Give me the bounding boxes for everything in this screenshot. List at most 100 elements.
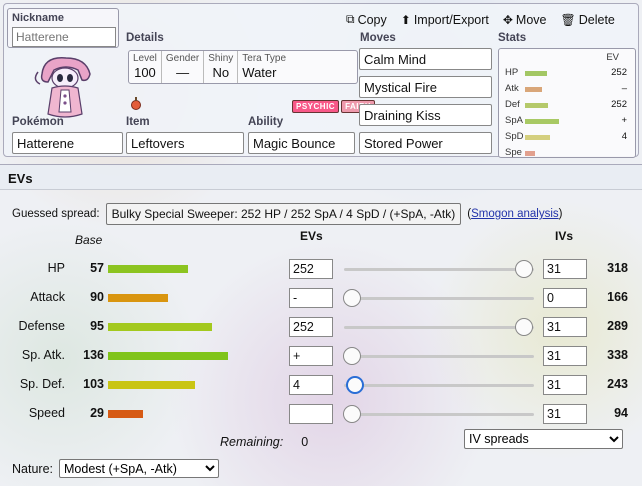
move-3-field[interactable]: Draining Kiss — [359, 104, 492, 126]
ev-row-hp: HP 57 318 — [0, 257, 642, 281]
iv-input[interactable] — [543, 346, 587, 366]
ev-input[interactable] — [289, 346, 333, 366]
nickname-box: Nickname — [7, 8, 119, 48]
iv-input[interactable] — [543, 317, 587, 337]
stats-ev-header: EV — [606, 52, 619, 63]
stat-summary-ev: + — [621, 115, 627, 126]
guessed-spread-label: Guessed spread: — [12, 208, 100, 220]
stats-summary[interactable]: EV HP 252 Atk – Def 252 SpA + SpD 4 Spe — [498, 48, 636, 158]
remaining-evs: Remaining: 0 — [220, 435, 308, 449]
set-toolbar: ⧉ Copy ⬆ Import/Export ✥ Move 🗑 Delete — [346, 12, 615, 27]
ev-slider-track[interactable] — [344, 297, 534, 300]
base-stat-value: 136 — [83, 348, 104, 362]
ev-input[interactable] — [289, 288, 333, 308]
stat-summary-row: Def 252 — [505, 99, 631, 113]
stat-total: 338 — [607, 348, 628, 362]
guessed-spread: Guessed spread: Bulky Special Sweeper: 2… — [12, 203, 562, 225]
base-stat-value: 57 — [90, 261, 104, 275]
shiny-value: No — [212, 65, 230, 80]
base-column-header: Base — [75, 233, 103, 247]
pokemon-label: Pokémon — [12, 116, 64, 128]
move-1-field[interactable]: Calm Mind — [359, 48, 492, 70]
base-stat-value: 90 — [90, 290, 104, 304]
ev-slider-track[interactable] — [344, 384, 534, 387]
ev-row-speed: Speed 29 94 — [0, 402, 642, 426]
ev-slider-handle[interactable] — [515, 260, 533, 278]
ev-slider-handle[interactable] — [515, 318, 533, 336]
iv-input[interactable] — [543, 259, 587, 279]
ev-input[interactable] — [289, 317, 333, 337]
move-4-field[interactable]: Stored Power — [359, 132, 492, 154]
remaining-value: 0 — [301, 435, 309, 449]
ev-slider-track[interactable] — [344, 355, 534, 358]
ev-input[interactable] — [289, 259, 333, 279]
ev-slider-track[interactable] — [344, 326, 534, 329]
copy-icon: ⧉ — [346, 12, 355, 26]
ability-field[interactable]: Magic Bounce — [248, 132, 355, 154]
iv-input[interactable] — [543, 375, 587, 395]
iv-input[interactable] — [543, 404, 587, 424]
ev-slider-handle[interactable] — [343, 289, 361, 307]
move-button[interactable]: ✥ Move — [503, 12, 547, 27]
stat-summary-row: SpD 4 — [505, 131, 631, 145]
copy-button[interactable]: ⧉ Copy — [346, 12, 387, 27]
ev-input[interactable] — [289, 375, 333, 395]
shiny-col: Shiny No — [204, 51, 239, 83]
item-label: Item — [126, 116, 150, 128]
smogon-analysis-link[interactable]: Smogon analysis — [471, 208, 559, 220]
ev-slider-handle[interactable] — [343, 347, 361, 365]
delete-button[interactable]: 🗑 Delete — [561, 12, 615, 27]
guessed-spread-button[interactable]: Bulky Special Sweeper: 252 HP / 252 SpA … — [105, 203, 462, 225]
stat-summary-label: SpD — [505, 131, 524, 142]
stat-summary-row: SpA + — [505, 115, 631, 129]
move-2-field[interactable]: Mystical Fire — [359, 76, 492, 98]
evs-section-header: EVs — [0, 164, 642, 190]
item-field[interactable]: Leftovers — [126, 132, 244, 154]
ev-row-attack: Attack 90 166 — [0, 286, 642, 310]
import-export-button[interactable]: ⬆ Import/Export — [401, 12, 489, 27]
ev-slider-track[interactable] — [344, 413, 534, 416]
stat-summary-ev: – — [621, 83, 627, 94]
pokemon-field[interactable]: Hatterene — [12, 132, 123, 154]
pokemon-sprite — [34, 57, 91, 118]
stat-summary-row: Atk – — [505, 83, 631, 97]
ivs-column-header: IVs — [555, 229, 574, 243]
stat-summary-label: HP — [505, 67, 519, 78]
stat-summary-ev: 4 — [621, 131, 627, 142]
smogon-link-wrapper: (Smogon analysis) — [467, 208, 563, 220]
stat-label: HP — [47, 261, 65, 275]
stat-summary-bar — [525, 151, 535, 156]
moves-label: Moves — [360, 32, 396, 44]
type-badge-psychic: PSYCHIC — [292, 100, 340, 113]
stat-label: Defense — [18, 319, 65, 333]
ev-input[interactable] — [289, 404, 333, 424]
level-col: Level 100 — [129, 51, 162, 83]
upload-icon: ⬆ — [400, 12, 411, 27]
nature-select[interactable]: Modest (+SpA, -Atk) — [59, 459, 219, 478]
gender-value: — — [176, 65, 190, 80]
evs-column-header: EVs — [300, 229, 323, 243]
base-stat-bar — [108, 323, 212, 331]
stat-summary-label: Def — [505, 99, 520, 110]
ev-row-sp-def: Sp. Def. 103 243 — [0, 373, 642, 397]
iv-input[interactable] — [543, 288, 587, 308]
move-arrows-icon: ✥ — [502, 12, 513, 27]
iv-spreads-select[interactable]: IV spreads — [464, 429, 623, 449]
stat-summary-ev: 252 — [611, 99, 627, 110]
stat-label: Sp. Def. — [19, 377, 65, 391]
stat-total: 318 — [607, 261, 628, 275]
ev-slider-handle[interactable] — [345, 376, 364, 394]
base-stat-bar — [108, 352, 228, 360]
stat-summary-label: SpA — [505, 115, 523, 126]
stat-summary-label: Atk — [505, 83, 519, 94]
nickname-input[interactable] — [12, 27, 116, 47]
stat-summary-bar — [525, 119, 559, 124]
nature-label: Nature: — [12, 461, 53, 476]
stat-label: Attack — [30, 290, 65, 304]
details-box[interactable]: Level 100 Gender — Shiny No Tera Type Water — [128, 50, 358, 84]
ev-slider-handle[interactable] — [343, 405, 361, 423]
details-label: Details — [126, 32, 164, 44]
base-stat-bar — [108, 265, 188, 273]
ev-slider-track[interactable] — [344, 268, 534, 271]
stat-label: Sp. Atk. — [21, 348, 65, 362]
